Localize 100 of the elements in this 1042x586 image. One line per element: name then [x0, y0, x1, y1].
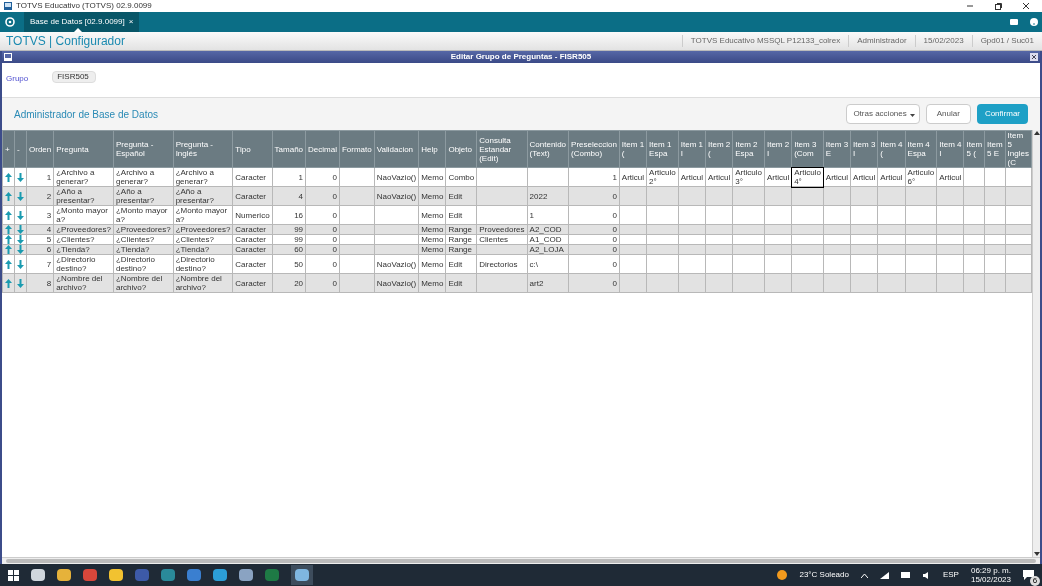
clock-time[interactable]: 06:29 p. m.: [970, 566, 1011, 575]
vertical-scrollbar[interactable]: [1032, 130, 1040, 557]
column-header[interactable]: +: [2, 130, 15, 168]
table-cell: [619, 273, 647, 293]
column-header[interactable]: Item 3 (Com: [791, 130, 824, 168]
table-cell: ¿Directorio destino?: [173, 254, 233, 274]
column-header[interactable]: Item 4 Espa: [905, 130, 937, 168]
scroll-up-icon[interactable]: [1033, 130, 1040, 136]
chevron-up-icon[interactable]: [860, 572, 868, 578]
table-cell: 0: [305, 254, 340, 274]
table-cell: 50: [272, 254, 306, 274]
table-cell: [905, 205, 937, 225]
column-header[interactable]: Item 1 I: [678, 130, 706, 168]
more-actions-button[interactable]: Otras acciones: [846, 104, 920, 124]
table-cell: [936, 205, 964, 225]
column-header[interactable]: Decimal: [305, 130, 340, 168]
table-cell: [791, 205, 824, 225]
column-header[interactable]: Item 4 I: [936, 130, 964, 168]
column-header[interactable]: Pregunta - Inglés: [173, 130, 233, 168]
table-cell: 0: [568, 186, 620, 206]
notification-icon[interactable]: [1023, 570, 1034, 580]
column-header[interactable]: Item 2 (: [705, 130, 733, 168]
table-cell: [764, 234, 792, 245]
column-header[interactable]: Contenido (Text): [527, 130, 569, 168]
column-header[interactable]: Item 3 E: [823, 130, 851, 168]
restore-icon[interactable]: [994, 2, 1002, 10]
table-cell: [850, 244, 878, 255]
clock-date[interactable]: 15/02/2023: [970, 575, 1011, 584]
column-header[interactable]: Pregunta: [53, 130, 114, 168]
column-header[interactable]: Item 2 Espa: [732, 130, 765, 168]
notification-badge: 6: [1030, 576, 1040, 586]
table-cell: Memo: [418, 273, 446, 293]
table-cell: Articulo 4°: [791, 167, 824, 187]
column-header[interactable]: Item 3 I: [850, 130, 878, 168]
table-cell: [764, 224, 792, 235]
table-cell: 1: [272, 167, 306, 187]
table-cell: [646, 254, 679, 274]
table-cell: ¿Monto mayor a?: [113, 205, 174, 225]
group-field[interactable]: FISR505: [52, 71, 97, 83]
column-header[interactable]: Pregunta - Español: [113, 130, 174, 168]
column-header[interactable]: Item 4 (: [877, 130, 906, 168]
confirm-button[interactable]: Confirmar: [976, 104, 1028, 124]
table-cell: Memo: [418, 244, 446, 255]
table-cell: 0: [305, 273, 340, 293]
speaker-icon[interactable]: [922, 571, 931, 579]
column-header[interactable]: Objeto: [445, 130, 477, 168]
table-cell: 6: [26, 244, 54, 255]
column-header[interactable]: Tamaño: [272, 130, 306, 168]
column-header[interactable]: Formato: [339, 130, 375, 168]
section-title: Administrador de Base de Datos: [14, 107, 159, 122]
column-header[interactable]: Tipo: [232, 130, 273, 168]
column-header[interactable]: Preseleccion (Combo): [568, 130, 620, 168]
table-cell: Articulo 2°: [646, 167, 679, 187]
tab[interactable]: Base de Datos [02.9.0099] ×: [24, 12, 140, 32]
column-header[interactable]: Item 1 (: [619, 130, 647, 168]
table-cell: [905, 244, 937, 255]
table-cell: [339, 224, 375, 235]
table-cell: [877, 224, 906, 235]
close-icon[interactable]: [1022, 2, 1030, 10]
table-cell: 2022: [527, 186, 569, 206]
cancel-button[interactable]: Anular: [925, 104, 971, 124]
weather-text[interactable]: 23°C Soleado: [799, 569, 849, 581]
table-cell: [705, 224, 733, 235]
column-header[interactable]: Item 5 E: [984, 130, 1006, 168]
language-indicator[interactable]: ESP: [942, 569, 959, 581]
column-header[interactable]: Orden: [26, 130, 54, 168]
table-cell: [1005, 224, 1032, 235]
close-icon[interactable]: [1030, 53, 1038, 61]
minimize-icon[interactable]: [966, 2, 974, 10]
table-cell: [877, 273, 906, 293]
column-header[interactable]: Validacion: [374, 130, 419, 168]
table-cell: ¿Nombre del archivo?: [173, 273, 233, 293]
table-cell: 20: [272, 273, 306, 293]
column-header[interactable]: Item 5 (: [964, 130, 985, 168]
column-header[interactable]: Help: [418, 130, 446, 168]
table-cell: [850, 205, 878, 225]
table-cell: [339, 186, 375, 206]
windows-start-icon[interactable]: [8, 569, 19, 581]
table-cell: [1005, 273, 1032, 293]
column-header[interactable]: Consulta Estandar (Edit): [476, 130, 528, 168]
table-cell: ¿Nombre del archivo?: [53, 273, 114, 293]
table-cell: [850, 273, 878, 293]
column-header[interactable]: Item 2 I: [764, 130, 792, 168]
table-cell: [764, 273, 792, 293]
table-cell: [850, 186, 878, 206]
table-cell: ¿Clientes?: [53, 234, 114, 245]
table-cell: Edit: [445, 254, 477, 274]
table-cell: Range: [445, 244, 477, 255]
table-cell: NaoVazio(): [374, 254, 419, 274]
table-cell: [732, 273, 765, 293]
table-cell: [984, 205, 1006, 225]
table-cell: [646, 244, 679, 255]
column-header[interactable]: -: [14, 130, 27, 168]
table-cell: ¿Tienda?: [53, 244, 114, 255]
column-header[interactable]: Item 5 Ingles (C: [1005, 130, 1032, 168]
header-info: 15/02/2023: [914, 35, 972, 47]
table-cell: [877, 234, 906, 245]
table-cell: [877, 205, 906, 225]
table-cell: [374, 205, 419, 225]
column-header[interactable]: Item 1 Espa: [646, 130, 679, 168]
